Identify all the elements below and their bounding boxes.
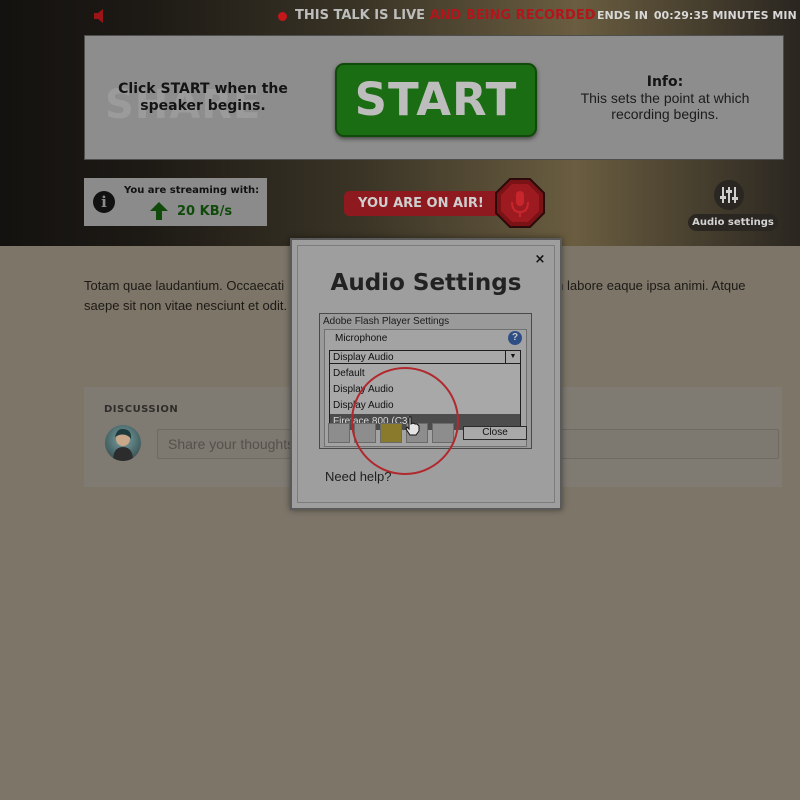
on-air-label: YOU ARE ON AIR! (358, 196, 484, 211)
sliders-icon (714, 180, 744, 210)
speaker-icon[interactable] (94, 9, 104, 23)
live-status-bar: THIS TALK IS LIVE AND BEING RECORDED END… (0, 0, 800, 33)
ends-label: ENDS IN (597, 9, 648, 22)
countdown: 00:29:35 MINUTES MIN (653, 9, 797, 22)
need-help-link[interactable]: Need help? (325, 469, 392, 484)
live-status-text: THIS TALK IS LIVE AND BEING RECORDED (295, 8, 596, 23)
info-icon: i (93, 191, 115, 213)
microphone-label: Microphone (335, 333, 388, 344)
help-icon[interactable]: ? (508, 331, 522, 345)
dropdown-arrow-icon[interactable]: ▼ (505, 351, 520, 363)
streaming-rate: 20 KB/s (177, 204, 233, 219)
article-text-right: n labore eaque ipsa animi. Atque (556, 278, 746, 293)
live-dot-icon (278, 12, 287, 21)
discussion-title: DISCUSSION (104, 404, 179, 415)
audio-settings-label: Audio settings (688, 214, 778, 231)
streaming-label: You are streaming with: (124, 185, 260, 196)
microphone-selected-value: Display Audio (333, 352, 394, 363)
privacy-tab-icon[interactable] (328, 423, 350, 443)
recording-label: AND BEING RECORDED (429, 8, 596, 23)
info-body: This sets the point at which recording b… (580, 90, 750, 122)
live-label: THIS TALK IS LIVE (295, 8, 426, 23)
audio-settings-button[interactable]: Audio settings (688, 180, 778, 232)
info-title: Info: (646, 74, 684, 90)
flash-close-button[interactable]: Close (463, 426, 527, 440)
streaming-status: i You are streaming with: 20 KB/s (84, 178, 267, 226)
microphone-icon[interactable] (495, 178, 545, 228)
flash-settings-title: Adobe Flash Player Settings (323, 316, 450, 327)
ends-in-timer: ENDS IN 00:29:35 MINUTES MIN (597, 9, 797, 22)
modal-title: Audio Settings (330, 270, 522, 296)
recording-panel: SHARE Click START when the speaker begin… (84, 35, 784, 160)
avatar (105, 425, 141, 461)
up-arrow-icon (150, 202, 168, 220)
start-button[interactable]: START (335, 63, 537, 137)
start-instruction: Click START when the speaker begins. (118, 81, 288, 114)
microphone-select[interactable]: Display Audio ▼ (329, 350, 521, 364)
close-icon[interactable]: × (533, 252, 547, 268)
article-text-left: Totam quae laudantium. Occaecati (84, 278, 285, 293)
hand-cursor-icon (405, 416, 420, 436)
